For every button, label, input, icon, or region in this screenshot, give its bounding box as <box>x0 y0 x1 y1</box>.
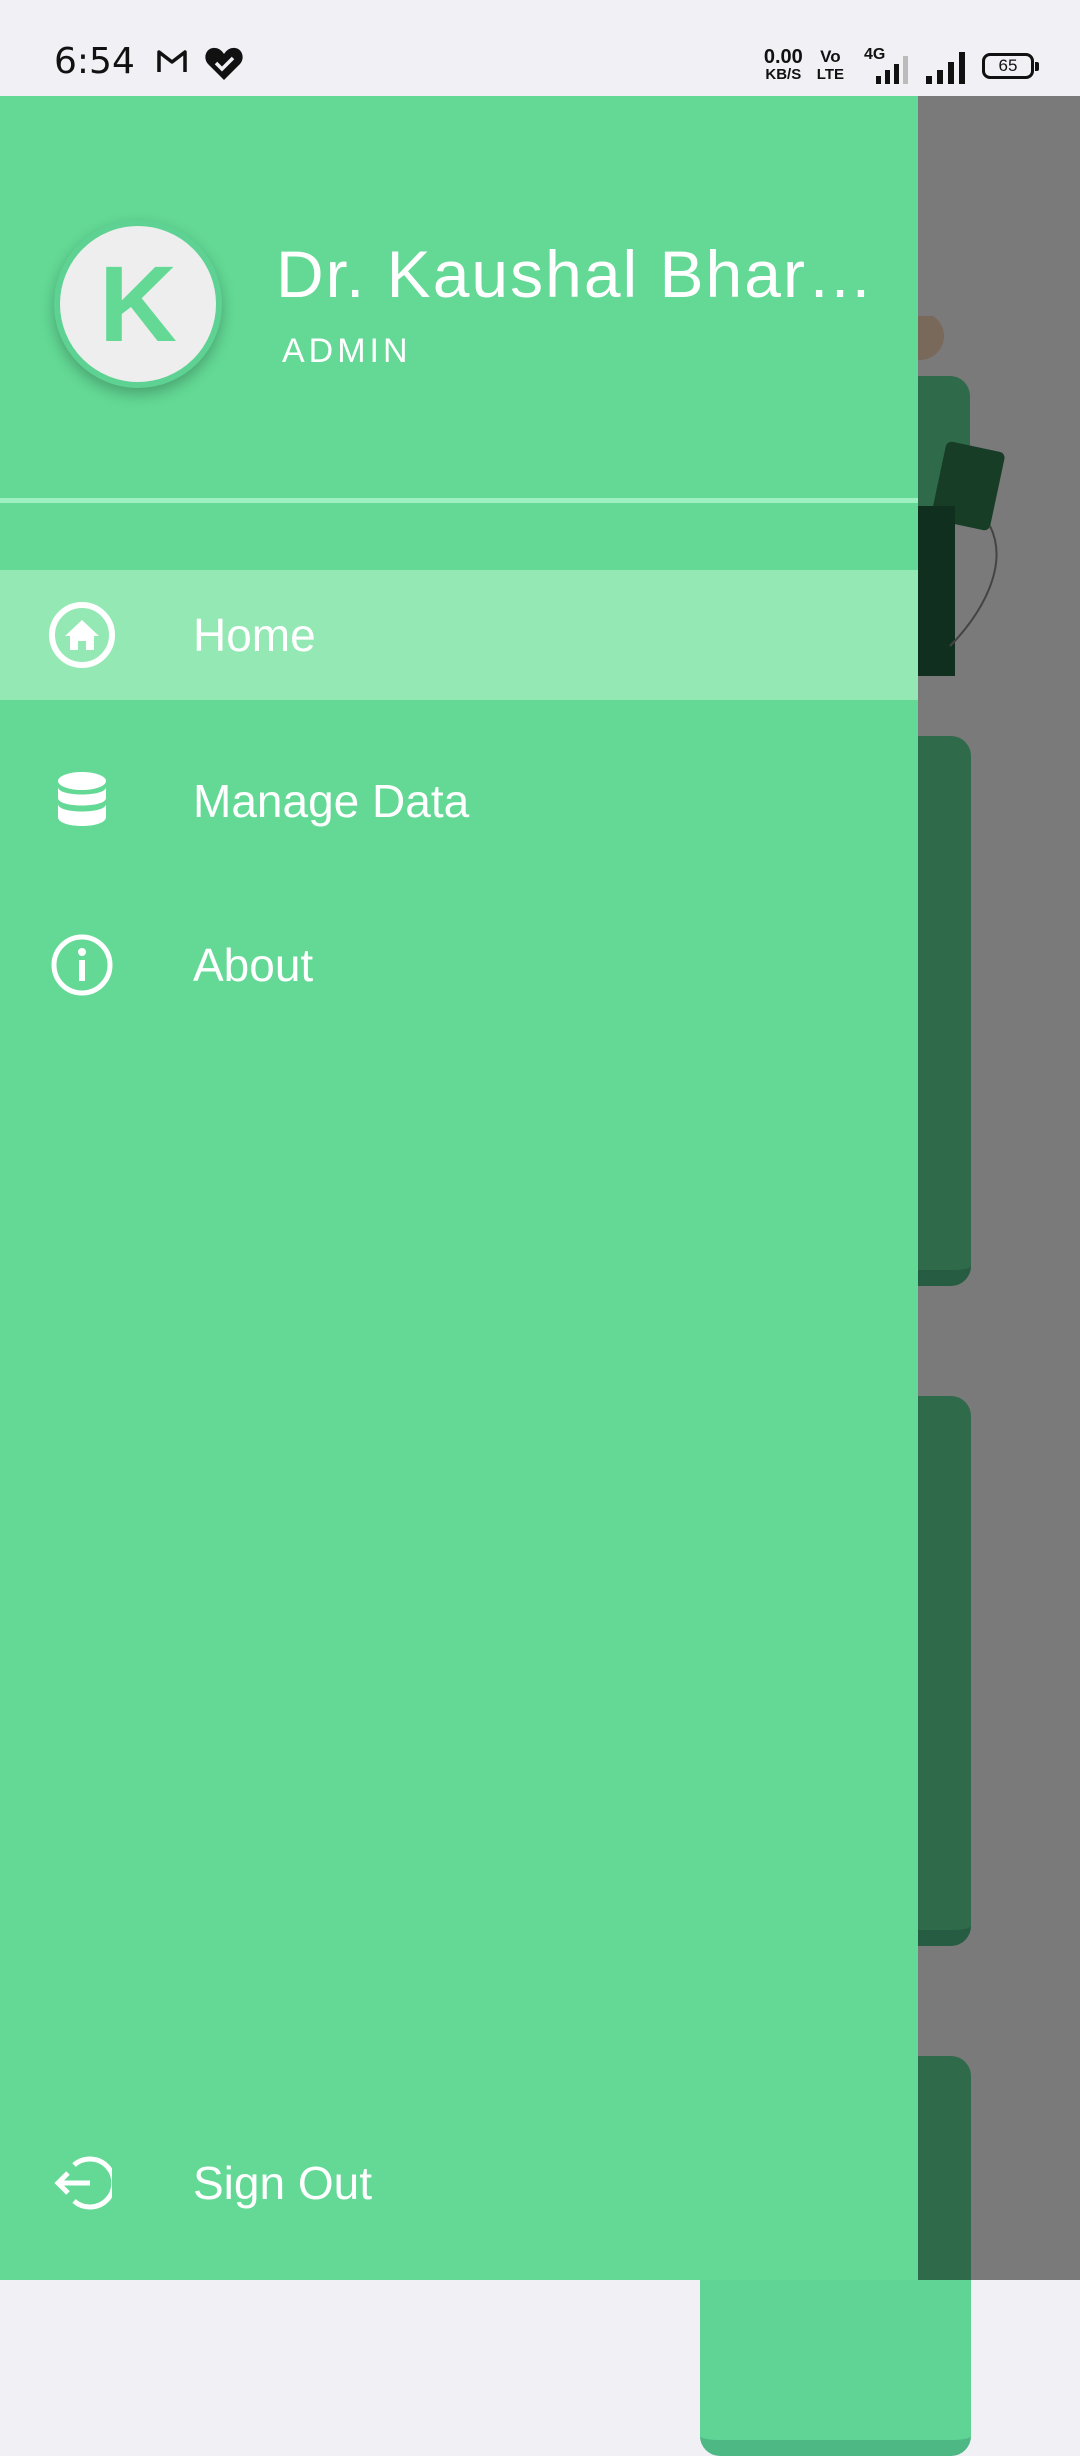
avatar[interactable]: K <box>54 220 222 388</box>
menu-label-home: Home <box>193 609 316 661</box>
menu-label-manage-data: Manage Data <box>193 775 470 827</box>
sim1-signal-icon: 4G <box>858 46 910 86</box>
net-speed: 0.00 KB/S <box>763 46 803 83</box>
battery-icon: 65 <box>982 53 1039 79</box>
status-bar: 6:54 0.00 KB/S Vo LTE 4G 65 <box>0 0 1080 96</box>
heart-check-icon <box>205 47 243 80</box>
sign-out-button[interactable]: Sign Out <box>0 2118 918 2248</box>
menu-item-home[interactable]: Home <box>0 570 918 700</box>
user-role: ADMIN <box>282 332 412 370</box>
navigation-drawer: K Dr. Kaushal Bharadwaj ADMIN Home Manag… <box>0 96 918 2280</box>
status-right: 0.00 KB/S Vo LTE 4G 65 <box>763 44 1039 88</box>
status-time: 6:54 <box>54 41 135 82</box>
sign-out-icon <box>48 2149 116 2217</box>
gmail-icon <box>157 50 187 72</box>
info-icon <box>48 931 116 999</box>
header-divider <box>0 498 918 503</box>
avatar-letter: K <box>99 243 177 364</box>
user-name: Dr. Kaushal Bharadwaj <box>276 237 876 311</box>
database-icon <box>48 767 116 835</box>
menu-item-about[interactable]: About <box>0 900 918 1030</box>
volte-indicator: Vo LTE <box>816 47 844 84</box>
menu-label-about: About <box>193 939 314 991</box>
home-icon <box>48 601 116 669</box>
menu-label-sign-out: Sign Out <box>193 2157 372 2209</box>
menu-item-manage-data[interactable]: Manage Data <box>0 736 918 866</box>
signal-icon <box>926 52 965 84</box>
